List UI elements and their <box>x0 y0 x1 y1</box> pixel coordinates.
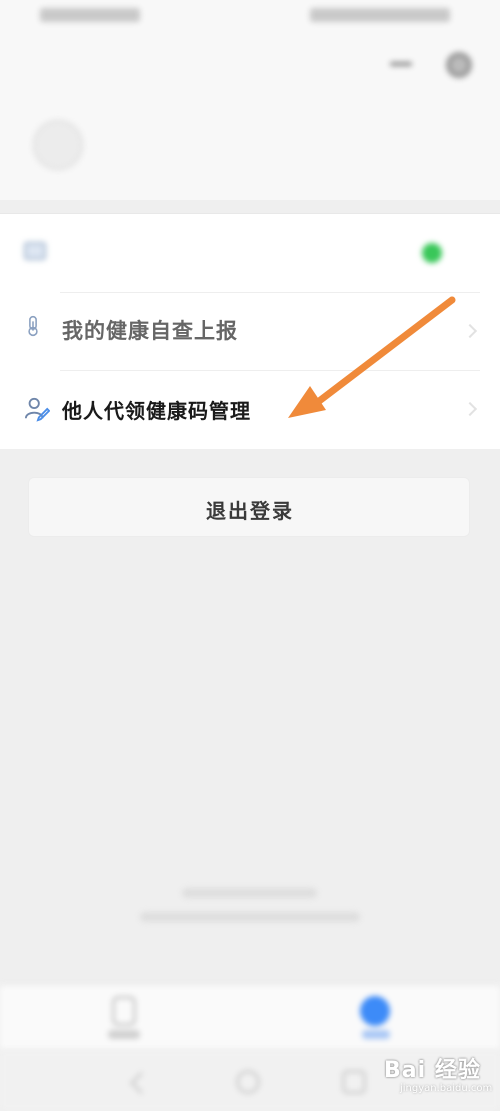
tab-profile[interactable] <box>362 1030 390 1039</box>
logout-button[interactable]: 退出登录 <box>28 477 470 537</box>
annotation-arrow <box>288 296 456 418</box>
menu-item-verification[interactable] <box>0 214 500 292</box>
status-dot <box>422 243 442 263</box>
logout-label: 退出登录 <box>206 499 294 523</box>
tab-home[interactable] <box>108 1030 140 1039</box>
footer-text <box>182 888 317 898</box>
battery-icon <box>310 8 450 22</box>
person-edit-icon <box>24 397 50 422</box>
watermark-url: jingyan.baidu.com <box>400 1083 493 1094</box>
recent-apps-icon[interactable] <box>342 1070 366 1094</box>
thermometer-icon <box>28 315 38 337</box>
menu-item-label: 我的健康自查上报 <box>62 319 238 343</box>
signal-icon <box>40 8 140 22</box>
close-mini-program-icon[interactable] <box>446 52 472 78</box>
tab-bar <box>0 985 500 1050</box>
status-bar <box>0 0 500 34</box>
header <box>0 0 500 200</box>
watermark: Bai 经验 <box>384 1058 481 1083</box>
avatar[interactable] <box>33 120 83 170</box>
home-tab-icon[interactable] <box>112 996 136 1026</box>
card-icon <box>24 242 46 260</box>
profile-card[interactable] <box>0 110 500 180</box>
back-icon[interactable] <box>129 1071 153 1095</box>
profile-tab-icon[interactable] <box>360 996 390 1026</box>
more-icon[interactable] <box>390 62 412 66</box>
menu-item-label: 他人代领健康码管理 <box>62 399 251 423</box>
footer-text <box>140 912 360 922</box>
home-icon[interactable] <box>236 1070 260 1094</box>
